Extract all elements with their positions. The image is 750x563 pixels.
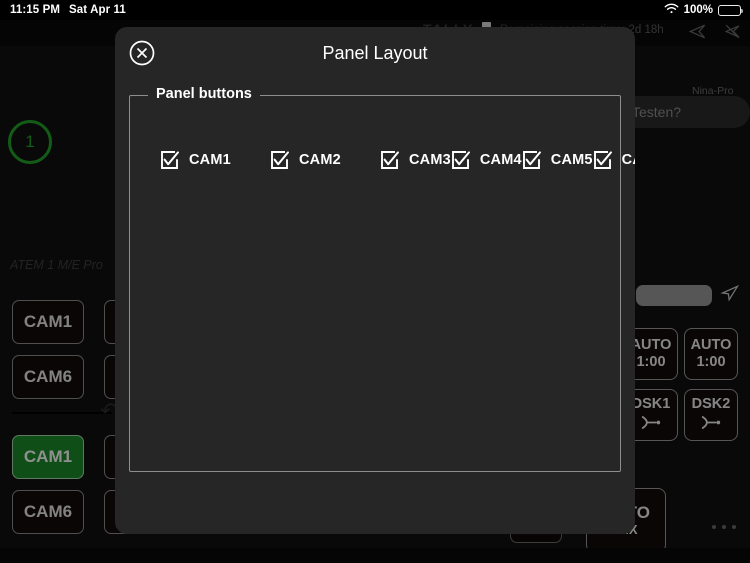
panel-button-label: CAM3 bbox=[409, 152, 451, 169]
panel-buttons-legend: Panel buttons bbox=[148, 86, 260, 102]
checkbox-checked-icon[interactable] bbox=[270, 150, 290, 170]
battery-icon bbox=[718, 4, 744, 16]
status-bar-right: 100% bbox=[664, 3, 744, 17]
checkbox-checked-icon[interactable] bbox=[451, 150, 471, 170]
panel-layout-dialog: Panel Layout Panel buttons CAM1 CAM2 CAM3 C… bbox=[115, 27, 635, 534]
panel-buttons-group: Panel buttons CAM1CAM2CAM3CAM4CAM5CAM6CA… bbox=[129, 86, 635, 472]
panel-button-checkbox-cam6[interactable]: CAM6 bbox=[593, 142, 635, 179]
panel-buttons-checkbox-grid: CAM1CAM2CAM3CAM4CAM5CAM6CAM7CAM8CAM9CM10… bbox=[160, 142, 635, 179]
panel-button-checkbox-cam3[interactable]: CAM3 bbox=[380, 142, 451, 179]
checkbox-checked-icon[interactable] bbox=[593, 150, 613, 170]
panel-button-label: CAM2 bbox=[299, 152, 341, 169]
panel-button-label: CAM1 bbox=[189, 152, 231, 169]
panel-button-checkbox-cam5[interactable]: CAM5 bbox=[522, 142, 593, 179]
panel-button-label: CAM5 bbox=[550, 152, 593, 169]
panel-button-checkbox-cam2[interactable]: CAM2 bbox=[270, 142, 380, 179]
checkbox-checked-icon[interactable] bbox=[380, 150, 400, 170]
dialog-header: Panel Layout bbox=[115, 27, 635, 80]
status-bar-left: 11:15 PM Sat Apr 11 bbox=[10, 4, 126, 16]
status-date: Sat Apr 11 bbox=[69, 4, 126, 16]
checkbox-checked-icon[interactable] bbox=[522, 150, 542, 170]
checkbox-checked-icon[interactable] bbox=[160, 150, 180, 170]
panel-button-checkbox-cam1[interactable]: CAM1 bbox=[160, 142, 270, 179]
app-root: TALLY Remaining session time: 2d 18h bbox=[0, 0, 750, 563]
status-time: 11:15 PM bbox=[10, 4, 61, 16]
panel-button-checkbox-cam4[interactable]: CAM4 bbox=[451, 142, 522, 179]
wifi-icon bbox=[664, 3, 679, 17]
panel-button-label: CAM6 bbox=[621, 152, 635, 169]
dialog-title: Panel Layout bbox=[322, 43, 428, 63]
ios-status-bar: 11:15 PM Sat Apr 11 100% bbox=[0, 0, 750, 20]
panel-button-label: CAM4 bbox=[479, 152, 522, 169]
battery-percent: 100% bbox=[683, 4, 713, 16]
